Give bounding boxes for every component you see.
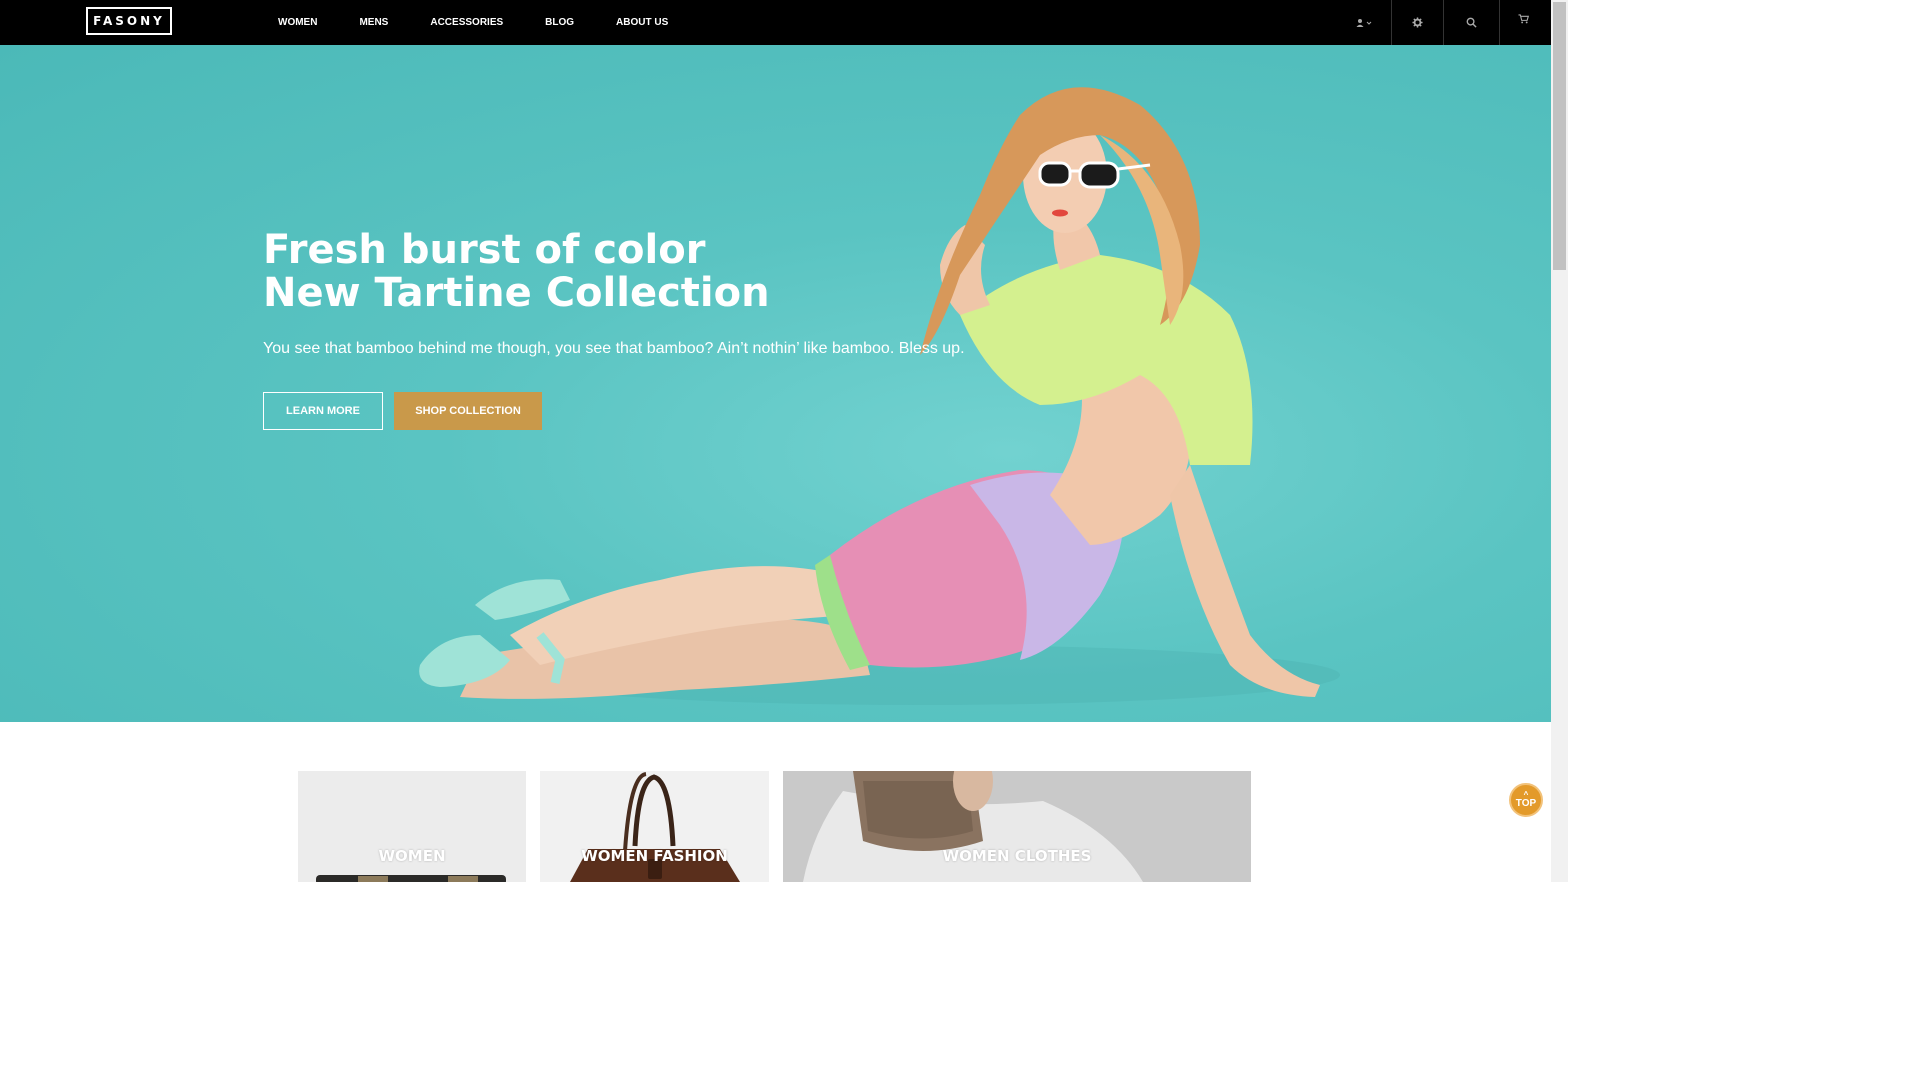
nav-about-us[interactable]: ABOUT US — [616, 17, 668, 28]
search-button[interactable] — [1443, 0, 1499, 45]
hero-title-line1: Fresh burst of color — [263, 227, 706, 273]
hero-title: Fresh burst of color New Tartine Collect… — [263, 229, 770, 315]
cart-button[interactable] — [1499, 0, 1551, 45]
search-icon — [1466, 17, 1477, 28]
back-to-top-button[interactable]: ^ TOP — [1509, 783, 1543, 817]
header-actions — [1339, 0, 1551, 45]
back-to-top-label: TOP — [1515, 797, 1537, 809]
category-women-fashion-image — [570, 772, 740, 882]
hero-model-image — [419, 87, 1340, 705]
category-women-clothes[interactable]: WOMEN CLOTHES — [783, 771, 1251, 882]
category-women[interactable]: WOMEN — [298, 771, 526, 882]
nav-blog[interactable]: BLOG — [545, 17, 574, 28]
category-women-fashion[interactable]: WOMEN FASHION — [540, 771, 769, 882]
hero-title-line2: New Tartine Collection — [263, 270, 770, 316]
settings-button[interactable] — [1391, 0, 1443, 45]
category-women-clothes-label: WOMEN CLOTHES — [942, 847, 1092, 865]
scrollbar-thumb[interactable] — [1553, 2, 1566, 270]
top-navbar: FASONY WOMEN MENS ACCESSORIES BLOG ABOUT… — [0, 0, 1551, 45]
nav-women[interactable]: WOMEN — [278, 17, 317, 28]
gear-icon — [1412, 17, 1423, 28]
learn-more-button[interactable]: LEARN MORE — [263, 392, 383, 430]
category-women-clothes-image — [783, 771, 1251, 882]
shop-collection-button[interactable]: SHOP COLLECTION — [394, 392, 542, 430]
nav-accessories[interactable]: ACCESSORIES — [430, 17, 503, 28]
category-women-fashion-label: WOMEN FASHION — [581, 847, 728, 865]
site-logo[interactable]: FASONY — [86, 7, 172, 35]
user-icon — [1356, 18, 1374, 28]
account-button[interactable] — [1339, 0, 1391, 45]
cart-icon — [1518, 14, 1529, 24]
category-women-label: WOMEN — [378, 847, 446, 865]
hero-banner: Fresh burst of color New Tartine Collect… — [0, 45, 1551, 722]
category-women-image — [316, 875, 506, 882]
nav-mens[interactable]: MENS — [359, 17, 388, 28]
hero-subtitle: You see that bamboo behind me though, yo… — [263, 340, 965, 357]
main-nav: WOMEN MENS ACCESSORIES BLOG ABOUT US — [278, 0, 668, 45]
page-scrollbar[interactable] — [1551, 0, 1568, 882]
